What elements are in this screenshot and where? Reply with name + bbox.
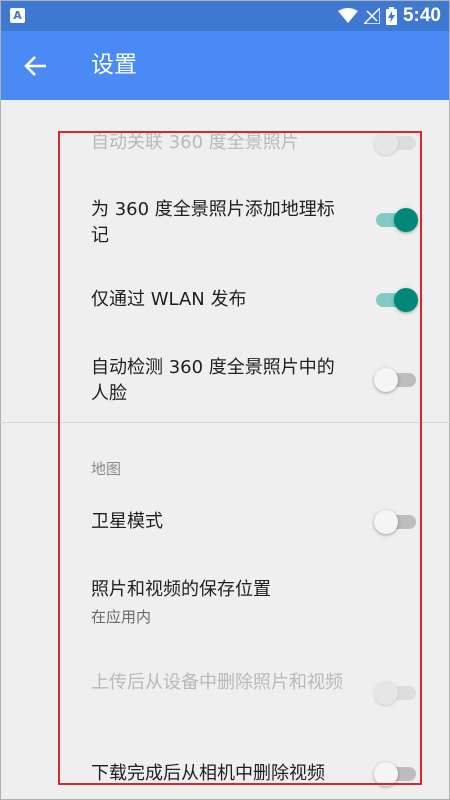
geotag-360-switch[interactable]: [374, 205, 418, 235]
status-time: 5:40: [402, 5, 441, 26]
setting-geotag-360[interactable]: 为 360 度全景照片添加地理标记: [0, 197, 450, 257]
delete-after-upload-switch[interactable]: [374, 678, 418, 708]
setting-title: 下载完成后从相机中删除视频: [91, 763, 325, 784]
satellite-mode-switch[interactable]: [374, 507, 418, 537]
delete-after-download-switch[interactable]: [374, 759, 418, 789]
wlan-only-switch[interactable]: [374, 285, 418, 315]
setting-delete-after-upload: 上传后从设备中删除照片和视频: [0, 670, 450, 730]
app-notification-icon: A: [10, 8, 25, 23]
setting-delete-after-download[interactable]: 下载完成后从相机中删除视频: [0, 761, 450, 791]
status-bar: A 5:40: [1, 1, 449, 31]
section-header-map: 地图: [91, 460, 122, 478]
setting-face-detect-360[interactable]: 自动检测 360 度全景照片中的人脸: [0, 355, 450, 415]
page-title: 设置: [91, 52, 137, 78]
section-divider: [0, 422, 450, 423]
setting-title: 卫星模式: [91, 511, 163, 532]
battery-charging-icon: [385, 7, 397, 25]
setting-title: 为 360 度全景照片添加地理标记: [91, 199, 335, 246]
setting-auto-link-360: 自动关联 360 度全景照片: [0, 130, 450, 180]
setting-title: 照片和视频的保存位置: [91, 579, 271, 600]
signal-icon: [363, 8, 380, 24]
setting-satellite-mode[interactable]: 卫星模式: [0, 509, 450, 539]
setting-subtitle: 在应用内: [91, 608, 152, 626]
setting-title: 自动关联 360 度全景照片: [91, 132, 299, 153]
toolbar: 设置: [1, 31, 449, 100]
face-detect-360-switch[interactable]: [374, 365, 418, 395]
setting-title: 仅通过 WLAN 发布: [91, 289, 247, 310]
status-icons: 5:40: [337, 1, 441, 31]
arrow-left-icon[interactable]: [21, 51, 51, 81]
setting-save-location[interactable]: 照片和视频的保存位置 在应用内: [0, 577, 450, 631]
wifi-icon: [337, 8, 358, 23]
setting-wlan-only[interactable]: 仅通过 WLAN 发布: [0, 287, 450, 317]
auto-link-360-switch[interactable]: [374, 128, 418, 158]
setting-title: 自动检测 360 度全景照片中的人脸: [91, 357, 335, 404]
setting-title: 上传后从设备中删除照片和视频: [91, 672, 343, 693]
